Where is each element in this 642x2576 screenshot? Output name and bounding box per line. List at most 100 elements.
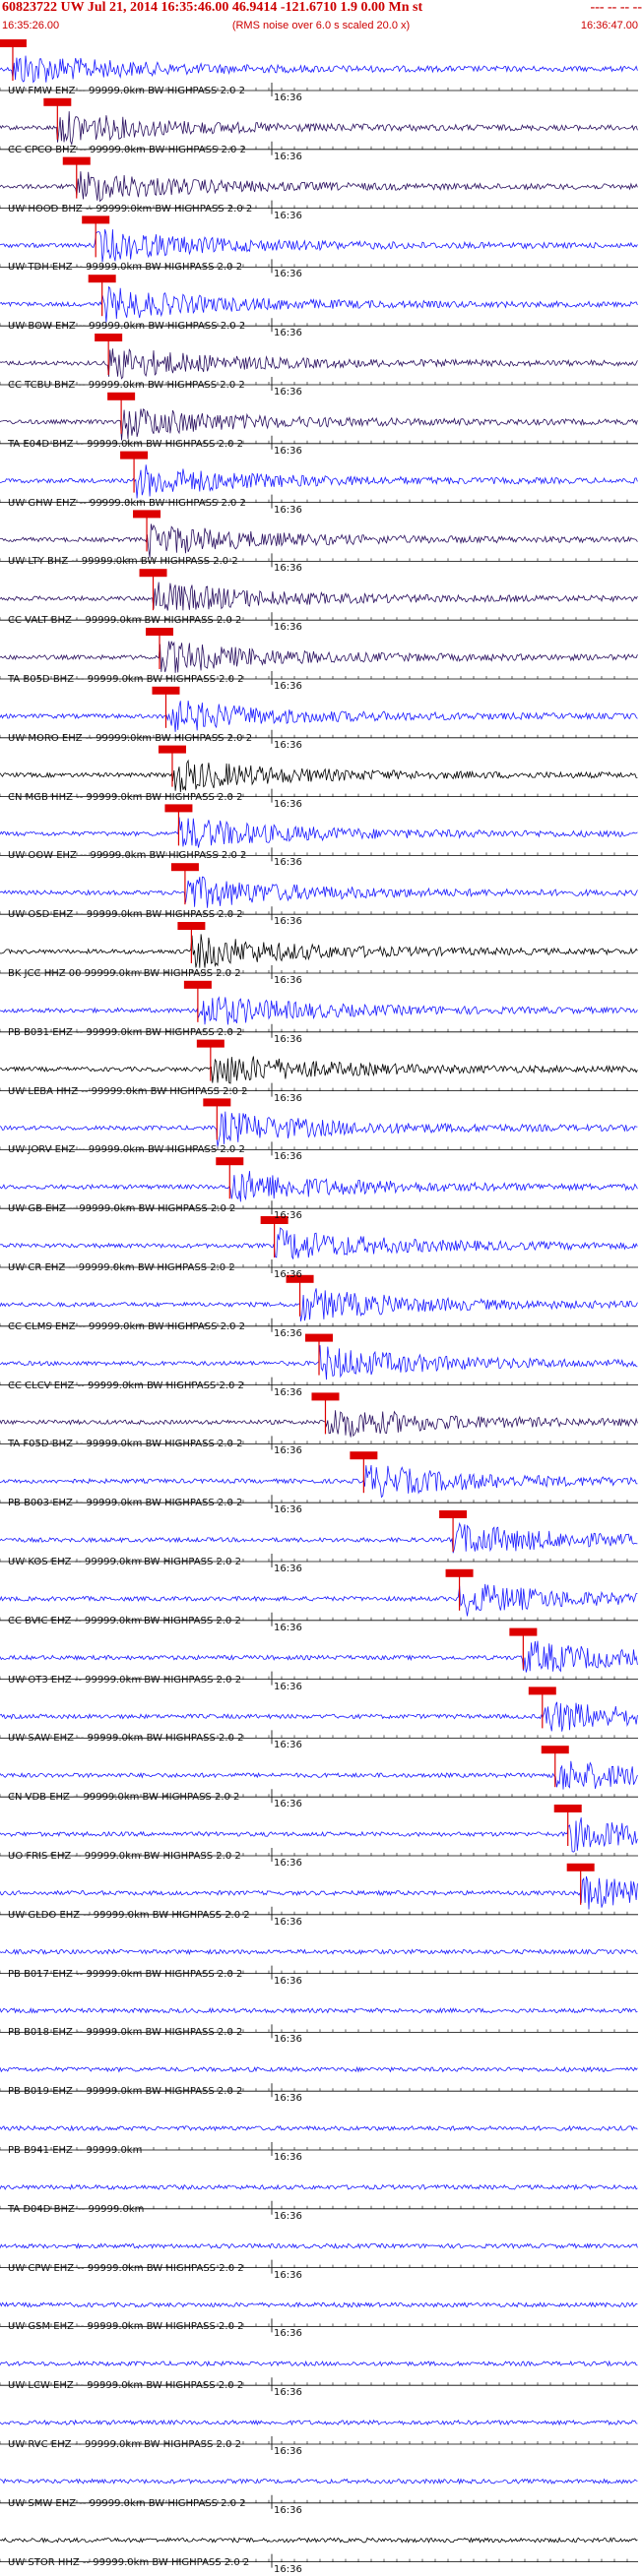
phase-pick-flag bbox=[439, 1510, 468, 1518]
phase-pick-flag bbox=[88, 275, 116, 283]
minute-label: 16:36 bbox=[274, 1269, 302, 1280]
phase-pick-flag bbox=[528, 1687, 556, 1695]
minute-label: 16:36 bbox=[274, 1327, 302, 1339]
trace-label: UW GLDO EHZ -- 99999.0km BW HIGHPASS 2.0… bbox=[8, 1909, 250, 1921]
waveform bbox=[0, 2183, 638, 2191]
trace-label: UW TDH EHZ -- 99999.0km BW HIGHPASS 2.0 … bbox=[8, 262, 243, 274]
phase-pick-flag bbox=[146, 628, 173, 636]
minute-label: 16:36 bbox=[274, 445, 302, 457]
phase-pick-flag bbox=[62, 156, 91, 165]
minute-label: 16:36 bbox=[274, 975, 302, 986]
waveform bbox=[0, 876, 638, 908]
minute-label: 16:36 bbox=[274, 1504, 302, 1516]
trace-label: UW CR EHZ -- 99999.0km BW HIGHPASS 2.0 2 bbox=[8, 1262, 235, 1273]
waveform bbox=[0, 2124, 638, 2132]
waveform bbox=[0, 2419, 638, 2426]
waveform bbox=[0, 2537, 638, 2544]
phase-pick-flag bbox=[95, 334, 123, 341]
phase-pick-flag bbox=[0, 39, 27, 47]
waveform bbox=[0, 523, 638, 559]
minute-label: 16:36 bbox=[274, 2152, 302, 2163]
minute-label: 16:36 bbox=[274, 1151, 302, 1163]
trace-label: TA B05D BHZ -- 99999.0km BW HIGHPASS 2.0… bbox=[8, 674, 244, 685]
waveform bbox=[0, 171, 638, 203]
minute-label: 16:36 bbox=[274, 1564, 302, 1574]
phase-pick-flag bbox=[152, 686, 180, 695]
waveform bbox=[0, 1521, 638, 1554]
phase-pick-flag bbox=[139, 569, 167, 578]
minute-label: 16:36 bbox=[274, 387, 302, 398]
trace-label: PB B018 EHZ -- 99999.0km BW HIGHPASS 2.0… bbox=[8, 2027, 243, 2039]
waveform bbox=[0, 1583, 638, 1617]
waveform bbox=[0, 1227, 638, 1259]
minute-label: 16:36 bbox=[274, 1386, 302, 1398]
minute-label: 16:36 bbox=[274, 857, 302, 869]
minute-label: 16:36 bbox=[274, 1033, 302, 1045]
waveform bbox=[0, 2242, 638, 2249]
trace-label: UW LEBA HHZ -- 99999.0km BW HIGHPASS 2.0… bbox=[8, 1085, 248, 1097]
minute-label: 16:36 bbox=[274, 1740, 302, 1751]
waveform bbox=[0, 759, 638, 793]
phase-pick-flag bbox=[445, 1568, 474, 1577]
trace-label: PB B031 EHZ -- 99999.0km BW HIGHPASS 2.0… bbox=[8, 1026, 243, 1038]
waveform bbox=[0, 348, 638, 380]
trace-label: CC BVIC EHZ -- 99999.0km BW HIGHPASS 2.0… bbox=[8, 1615, 241, 1626]
minute-label: 16:36 bbox=[274, 151, 302, 162]
waveform bbox=[0, 1817, 638, 1853]
minute-label: 16:36 bbox=[274, 2034, 302, 2046]
minute-label: 16:36 bbox=[274, 1916, 302, 1928]
phase-pick-flag bbox=[177, 922, 206, 930]
trace-label: UW RVC EHZ -- 99999.0km BW HIGHPASS 2.0 … bbox=[8, 2439, 241, 2450]
minute-label: 16:36 bbox=[274, 2210, 302, 2222]
waveform bbox=[0, 407, 638, 441]
trace-label: UW KOS EHZ -- 99999.0km BW HIGHPASS 2.0 … bbox=[8, 1557, 241, 1567]
waveform bbox=[0, 582, 638, 611]
phase-pick-flag bbox=[107, 392, 136, 400]
phase-pick-flag bbox=[305, 1333, 333, 1342]
waveform bbox=[0, 1760, 638, 1790]
waveform bbox=[0, 996, 638, 1025]
trace-label: UW GSM EHZ -- 99999.0km BW HIGHPASS 2.0 … bbox=[8, 2321, 244, 2333]
phase-pick-flag bbox=[158, 745, 186, 754]
minute-label: 16:36 bbox=[274, 563, 302, 575]
trace-label: PB B017 EHZ -- 99999.0km BW HIGHPASS 2.0… bbox=[8, 1968, 243, 1980]
trace-label: CC VALT BHZ -- 99999.0km BW HIGHPASS 2.0… bbox=[8, 615, 242, 627]
minute-label: 16:36 bbox=[274, 92, 302, 103]
minute-label: 16:36 bbox=[274, 622, 302, 634]
trace-label: CN VDB EHZ -- 99999.0km BW HIGHPASS 2.0 … bbox=[8, 1792, 240, 1804]
trace-label: UW LCW EHZ -- 99999.0km BW HIGHPASS 2.0 … bbox=[8, 2380, 244, 2392]
phase-pick-flag bbox=[541, 1746, 569, 1754]
minute-label: 16:36 bbox=[274, 210, 302, 221]
minute-label: 16:36 bbox=[274, 2504, 302, 2516]
trace-label: BK JCC HHZ 00 99999.0km BW HIGHPASS 2.0 … bbox=[8, 968, 241, 979]
phase-pick-flag bbox=[43, 97, 72, 106]
trace-label: UW BOW EHZ -- 99999.0km BW HIGHPASS 2.0 … bbox=[8, 321, 246, 333]
minute-label: 16:36 bbox=[274, 2093, 302, 2105]
trace-label: UO FRIS EHZ -- 99999.0km BW HIGHPASS 2.0… bbox=[8, 1851, 241, 1862]
phase-pick-flag bbox=[566, 1863, 595, 1871]
trace-label: UW GHW EHZ -- 99999.0km BW HIGHPASS 2.0 … bbox=[8, 497, 246, 509]
minute-label: 16:36 bbox=[274, 739, 302, 751]
trace-label: UW CPW EHZ -- 99999.0km BW HIGHPASS 2.0 … bbox=[8, 2262, 244, 2274]
minute-label: 16:36 bbox=[274, 2328, 302, 2340]
waveform bbox=[0, 464, 638, 499]
phase-pick-flag bbox=[509, 1627, 538, 1636]
trace-label: TA E04D BHZ -- 99999.0km BW HIGHPASS 2.0… bbox=[8, 438, 243, 450]
waveform bbox=[0, 2065, 638, 2073]
phase-pick-flag bbox=[196, 1039, 225, 1048]
phase-pick-flag bbox=[553, 1805, 582, 1812]
minute-label: 16:36 bbox=[274, 916, 302, 928]
minute-label: 16:36 bbox=[274, 2446, 302, 2457]
trace-label: UW OSD EHZ -- 99999.0km BW HIGHPASS 2.0 … bbox=[8, 909, 243, 921]
phase-pick-flag bbox=[120, 451, 149, 460]
trace-label: PB B019 EHZ -- 99999.0km BW HIGHPASS 2.0… bbox=[8, 2086, 243, 2098]
waveform bbox=[0, 1171, 638, 1202]
minute-label: 16:36 bbox=[274, 681, 302, 692]
minute-label: 16:36 bbox=[274, 2269, 302, 2281]
waveform bbox=[0, 1410, 638, 1438]
waveform bbox=[0, 1875, 638, 1910]
minute-label: 16:36 bbox=[274, 1092, 302, 1104]
trace-label: UW LTY BHZ -- 99999.0km BW HIGHPASS 2.0 … bbox=[8, 556, 238, 568]
minute-label: 16:36 bbox=[274, 1445, 302, 1457]
waveform bbox=[0, 1288, 638, 1321]
